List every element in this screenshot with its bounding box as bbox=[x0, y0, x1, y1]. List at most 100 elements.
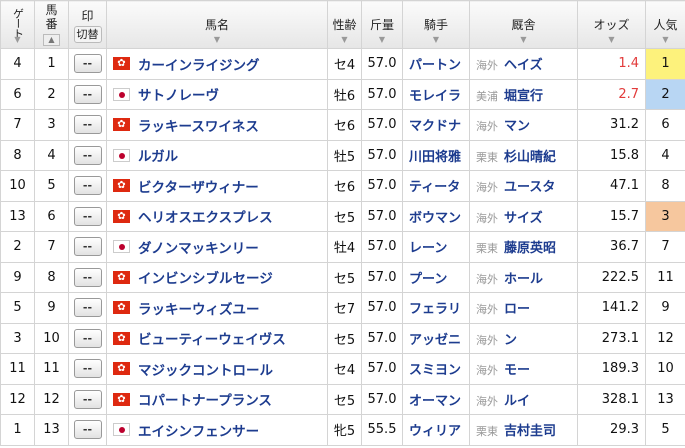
trainer-link[interactable]: サイズ bbox=[504, 211, 543, 226]
horse-name-link[interactable]: ビューティーウェイヴス bbox=[138, 332, 286, 348]
jockey-link[interactable]: マクドナ bbox=[409, 119, 461, 134]
sexage-cell: セ6 bbox=[327, 170, 362, 202]
jockey-link[interactable]: ウィリア bbox=[409, 424, 461, 439]
sexage-cell: 牡6 bbox=[327, 78, 362, 110]
mark-select-button[interactable]: -- bbox=[73, 389, 102, 409]
weight-cell: 57.0 bbox=[361, 231, 403, 263]
stable-label: 海外 bbox=[476, 272, 498, 286]
horse-name-link[interactable]: ルガル bbox=[138, 149, 178, 165]
table-row: 1 13 -- エイシンフェンサー 牝5 55.5 ウィリア 栗東 吉村圭司 29.3 5 bbox=[0, 414, 685, 446]
jockey-link[interactable]: ボウマン bbox=[409, 211, 461, 226]
header-row: ゲート ▼ 馬番 ▲ 印 切替 馬名 ▼ 性齢 ▼ 斤量 ▼ 騎手 ▼ 厩舎 ▼ オッズ ▼ … bbox=[0, 0, 685, 49]
mark-select-button[interactable]: -- bbox=[73, 115, 102, 135]
jockey-link[interactable]: 川田将雅 bbox=[409, 150, 461, 165]
jockey-link[interactable]: オーマン bbox=[409, 394, 461, 409]
horse-name-link[interactable]: マジックコントロール bbox=[138, 363, 273, 379]
horse-name-link[interactable]: コパートナープランス bbox=[138, 393, 272, 409]
popularity-cell: 10 bbox=[645, 353, 685, 385]
jockey-link[interactable]: パートン bbox=[409, 58, 461, 73]
sexage-cell: 牡4 bbox=[327, 231, 362, 263]
trainer-link[interactable]: 杉山晴紀 bbox=[504, 150, 556, 165]
mark-cell: -- bbox=[68, 322, 107, 354]
sexage-cell: 牡5 bbox=[327, 139, 362, 171]
trainer-link[interactable]: 堀宣行 bbox=[504, 89, 543, 104]
gate-cell: 12 bbox=[0, 383, 35, 415]
gate-cell: 3 bbox=[0, 322, 35, 354]
mark-select-button[interactable]: -- bbox=[73, 420, 102, 440]
popularity-cell: 6 bbox=[645, 109, 685, 141]
header-jockey[interactable]: 騎手 ▼ bbox=[402, 0, 470, 49]
mark-select-button[interactable]: -- bbox=[73, 206, 102, 226]
horse-name-link[interactable]: エイシンフェンサー bbox=[138, 424, 259, 440]
sexage-cell: 牝5 bbox=[327, 414, 362, 446]
horse-name-link[interactable]: ダノンマッキンリー bbox=[138, 241, 259, 257]
gate-cell: 2 bbox=[0, 231, 35, 263]
trainer-link[interactable]: ン bbox=[504, 333, 517, 348]
trainer-link[interactable]: マン bbox=[504, 119, 530, 134]
stable-label: 栗東 bbox=[476, 242, 498, 256]
trainer-link[interactable]: ロー bbox=[504, 302, 530, 317]
trainer-link[interactable]: ルイ bbox=[504, 394, 530, 409]
jockey-link[interactable]: モレイラ bbox=[409, 89, 461, 104]
jockey-link[interactable]: フェラリ bbox=[409, 302, 461, 317]
sort-arrow-icon: ▼ bbox=[341, 35, 348, 44]
trainer-link[interactable]: モー bbox=[504, 363, 530, 378]
trainer-link[interactable]: 吉村圭司 bbox=[504, 424, 556, 439]
horse-name-link[interactable]: カーインライジング bbox=[138, 58, 260, 74]
header-sexage[interactable]: 性齢 ▼ bbox=[327, 0, 362, 49]
trainer-cell: 海外 ロー bbox=[469, 292, 578, 324]
stable-label: 海外 bbox=[476, 303, 498, 317]
popularity-cell: 2 bbox=[645, 78, 685, 110]
trainer-link[interactable]: ユースタ bbox=[504, 180, 555, 195]
hong-kong-flag-icon: ✿ bbox=[113, 209, 130, 223]
mark-select-button[interactable]: -- bbox=[73, 176, 102, 196]
stable-label: 美浦 bbox=[476, 89, 498, 103]
jockey-cell: アッゼニ bbox=[402, 322, 470, 354]
mark-select-button[interactable]: -- bbox=[73, 298, 102, 318]
trainer-cell: 海外 ホール bbox=[469, 261, 578, 293]
trainer-link[interactable]: ヘイズ bbox=[504, 58, 543, 73]
sort-arrow-icon: ▼ bbox=[662, 35, 669, 44]
trainer-cell: 栗東 藤原英昭 bbox=[469, 231, 578, 263]
horse-name-link[interactable]: インビンシブルセージ bbox=[138, 271, 273, 287]
header-trainer[interactable]: 厩舎 ▼ bbox=[469, 0, 578, 49]
mark-select-button[interactable]: -- bbox=[73, 84, 102, 104]
horse-name-link[interactable]: ビクターザウィナー bbox=[138, 180, 259, 196]
mark-cell: -- bbox=[68, 231, 107, 263]
jockey-link[interactable]: アッゼニ bbox=[409, 333, 461, 348]
horse-name-link[interactable]: ラッキーウィズユー bbox=[138, 302, 260, 318]
mark-select-button[interactable]: -- bbox=[73, 54, 102, 74]
entries-table: ゲート ▼ 馬番 ▲ 印 切替 馬名 ▼ 性齢 ▼ 斤量 ▼ 騎手 ▼ 厩舎 ▼ オッズ ▼ … bbox=[0, 0, 685, 446]
mark-select-button[interactable]: -- bbox=[73, 145, 102, 165]
header-horse[interactable]: 馬名 ▼ bbox=[106, 0, 328, 49]
header-odds[interactable]: オッズ ▼ bbox=[577, 0, 646, 49]
horse-cell: エイシンフェンサー bbox=[106, 414, 328, 446]
mark-toggle-button[interactable]: 切替 bbox=[73, 25, 102, 43]
horse-name-link[interactable]: ラッキースワイネス bbox=[138, 119, 259, 135]
horse-name-link[interactable]: サトノレーヴ bbox=[138, 88, 219, 104]
header-gate[interactable]: ゲート ▼ bbox=[0, 0, 35, 49]
sexage-cell: セ7 bbox=[327, 292, 362, 324]
mark-select-button[interactable]: -- bbox=[73, 237, 102, 257]
mark-select-button[interactable]: -- bbox=[73, 267, 102, 287]
jockey-link[interactable]: プーン bbox=[409, 272, 447, 287]
horse-name-link[interactable]: ヘリオスエクスプレス bbox=[138, 210, 273, 226]
sexage-cell: セ6 bbox=[327, 109, 362, 141]
jockey-cell: 川田将雅 bbox=[402, 139, 470, 171]
trainer-link[interactable]: ホール bbox=[504, 272, 543, 287]
odds-cell: 189.3 bbox=[577, 353, 646, 385]
table-row: 10 5 -- ✿ ビクターザウィナー セ6 57.0 ティータ 海外 ユースタ 47.1 8 bbox=[0, 170, 685, 202]
trainer-link[interactable]: 藤原英昭 bbox=[504, 241, 556, 256]
trainer-cell: 栗東 杉山晴紀 bbox=[469, 139, 578, 171]
mark-select-button[interactable]: -- bbox=[73, 359, 102, 379]
table-row: 9 8 -- ✿ インビンシブルセージ セ5 57.0 プーン 海外 ホール 222.5 11 bbox=[0, 261, 685, 293]
table-row: 4 1 -- ✿ カーインライジング セ4 57.0 パートン 海外 ヘイズ 1.4 1 bbox=[0, 48, 685, 80]
jockey-link[interactable]: レーン bbox=[409, 241, 447, 256]
horse-cell: ✿ ビクターザウィナー bbox=[106, 170, 328, 202]
header-popularity[interactable]: 人気 ▼ bbox=[645, 0, 685, 49]
jockey-link[interactable]: スミヨン bbox=[409, 363, 461, 378]
header-umaban[interactable]: 馬番 ▲ bbox=[34, 0, 69, 49]
mark-select-button[interactable]: -- bbox=[73, 328, 102, 348]
header-weight[interactable]: 斤量 ▼ bbox=[361, 0, 403, 49]
jockey-link[interactable]: ティータ bbox=[409, 180, 460, 195]
